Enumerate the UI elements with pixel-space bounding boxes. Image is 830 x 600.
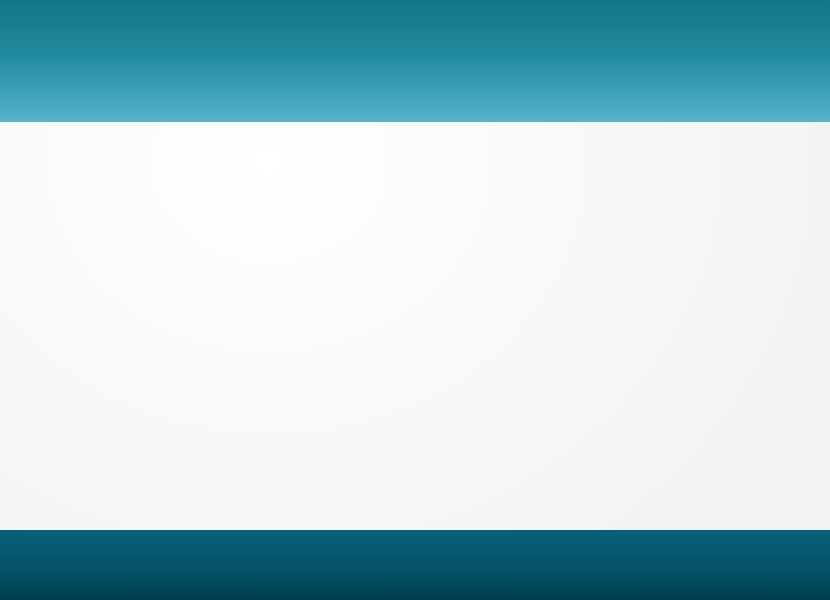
footer-band: [0, 530, 830, 600]
content-area: [0, 122, 830, 530]
header-band: [0, 0, 830, 122]
page: [0, 0, 830, 600]
